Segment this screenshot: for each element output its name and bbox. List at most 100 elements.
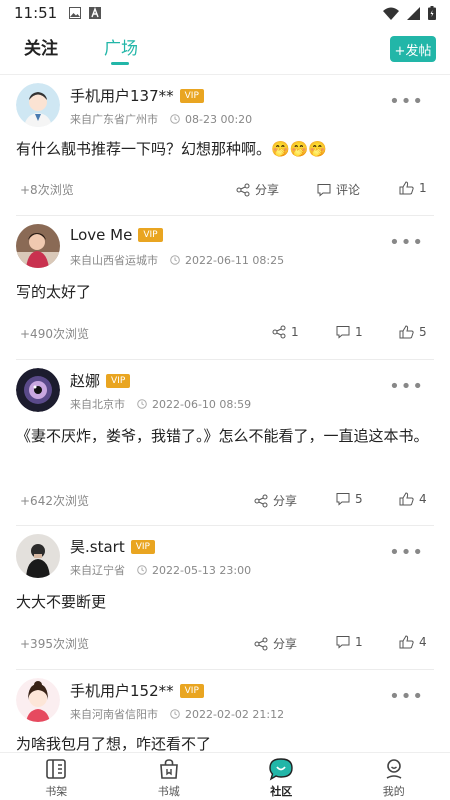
post-content[interactable]: 写的太好了 [16,280,434,304]
profile-icon [386,759,402,779]
comment-label: 1 [355,325,363,339]
view-count: +395次浏览 [20,637,89,651]
view-count: +8次浏览 [20,183,74,197]
more-icon[interactable]: ••• [389,686,424,707]
vip-badge: VIP [106,373,131,388]
post-time: 2022-05-13 23:00 [152,563,252,577]
status-time: 11:51 [14,4,58,22]
like-button[interactable]: 4 [399,635,427,649]
post-item[interactable]: 昊.start VIP 来自辽宁省 2022-05-13 23:00 ••• 大… [0,526,450,670]
wifi-icon [383,7,399,20]
vip-badge: VIP [130,539,155,554]
tab-square[interactable]: 广场 [104,34,138,59]
more-icon[interactable]: ••• [389,542,424,563]
tab-follow[interactable]: 关注 [24,34,58,59]
username[interactable]: 赵娜 [70,370,100,391]
thumbs-up-icon [399,635,414,649]
comment-button[interactable]: 评论 [317,181,360,198]
bottom-nav: 书架 书城 社区 我的 [0,752,450,800]
bookstore-bag-icon [159,759,178,779]
avatar[interactable] [16,678,60,722]
comment-label: 评论 [336,183,361,197]
image-icon [69,7,82,19]
top-tabs: 关注 广场 [0,28,450,68]
username[interactable]: 手机用户137** [70,85,174,106]
post-content[interactable]: 大大不要断更 [16,590,434,614]
post-content[interactable]: 有什么靓书推荐一下吗？幻想那种啊。🤭🤭🤭 [16,137,434,161]
view-count: +642次浏览 [20,494,89,508]
comment-button[interactable]: 1 [336,325,363,339]
comment-icon [336,493,350,506]
like-count: 1 [419,181,427,195]
clock-icon [137,399,147,409]
comment-icon [336,326,350,339]
like-button[interactable]: 1 [399,181,427,195]
nav-bookshelf[interactable]: 书架 [0,753,113,800]
battery-icon [428,6,436,20]
comment-icon [336,636,350,649]
location: 来自河南省信阳市 [70,708,158,721]
post-content[interactable]: 《妻不厌炸，娄爷，我错了。》怎么不能看了，一直追这本书。 [16,424,434,448]
vip-badge: VIP [138,228,163,242]
post-item[interactable]: 手机用户152** VIP 来自河南省信阳市 2022-02-02 21:12 … [0,670,450,752]
community-chat-icon [269,758,293,781]
more-icon[interactable]: ••• [389,91,424,112]
share-label: 分享 [273,637,298,651]
share-label: 分享 [255,183,280,197]
post-time: 2022-06-10 08:59 [152,397,252,411]
view-count: +490次浏览 [20,327,89,341]
nav-profile[interactable]: 我的 [338,753,450,800]
bookshelf-icon [46,759,67,779]
comment-label: 1 [355,635,363,649]
share-icon [272,325,286,339]
like-button[interactable]: 5 [399,325,427,339]
more-icon[interactable]: ••• [389,376,424,397]
avatar[interactable] [16,368,60,412]
like-button[interactable]: 4 [399,492,427,506]
share-icon [254,637,268,650]
vip-badge: VIP [179,683,204,698]
share-button[interactable]: 1 [272,325,299,339]
nav-bookstore-label: 书城 [157,785,180,798]
vip-badge: VIP [179,88,204,103]
comment-button[interactable]: 5 [336,492,363,506]
post-item[interactable]: 赵娜 VIP 来自北京市 2022-06-10 08:59 ••• 《妻不厌炸，… [0,360,450,526]
avatar[interactable] [16,83,60,127]
clock-icon [170,255,180,265]
post-time: 08-23 00:20 [185,112,253,126]
thumbs-up-icon [399,181,414,195]
avatar[interactable] [16,534,60,578]
location: 来自北京市 [70,398,125,411]
share-button[interactable]: 分享 [236,181,279,198]
avatar[interactable] [16,224,60,268]
nav-community[interactable]: 社区 [225,753,338,800]
like-count: 4 [419,492,427,506]
like-count: 5 [419,325,427,339]
like-count: 4 [419,635,427,649]
post-feed[interactable]: 手机用户137** VIP 来自广东省广州市 08-23 00:20 ••• 有… [0,75,450,752]
share-button[interactable]: 分享 [254,492,297,509]
comment-button[interactable]: 1 [336,635,363,649]
username[interactable]: Love Me [70,226,132,244]
share-icon [254,494,268,507]
more-icon[interactable]: ••• [389,232,424,253]
post-item[interactable]: Love Me VIP 来自山西省运城市 2022-06-11 08:25 ••… [0,216,450,360]
nav-bookshelf-label: 书架 [45,785,68,798]
share-button[interactable]: 分享 [254,635,297,652]
post-content[interactable]: 为啥我包月了想，咋还看不了 [16,732,434,752]
new-post-button[interactable]: +发帖 [390,36,436,62]
share-icon [236,183,250,196]
comment-icon [317,183,331,197]
share-label: 分享 [273,494,298,508]
nav-community-label: 社区 [270,785,293,798]
post-item[interactable]: 手机用户137** VIP 来自广东省广州市 08-23 00:20 ••• 有… [0,75,450,216]
comment-label: 5 [355,492,363,506]
clock-icon [137,565,147,575]
location: 来自辽宁省 [70,564,125,577]
username[interactable]: 昊.start [70,536,125,557]
status-bar: 11:51 [0,0,450,26]
nav-bookstore[interactable]: 书城 [113,753,226,800]
username[interactable]: 手机用户152** [70,680,174,701]
clock-icon [170,709,180,719]
location: 来自广东省广州市 [70,113,158,126]
